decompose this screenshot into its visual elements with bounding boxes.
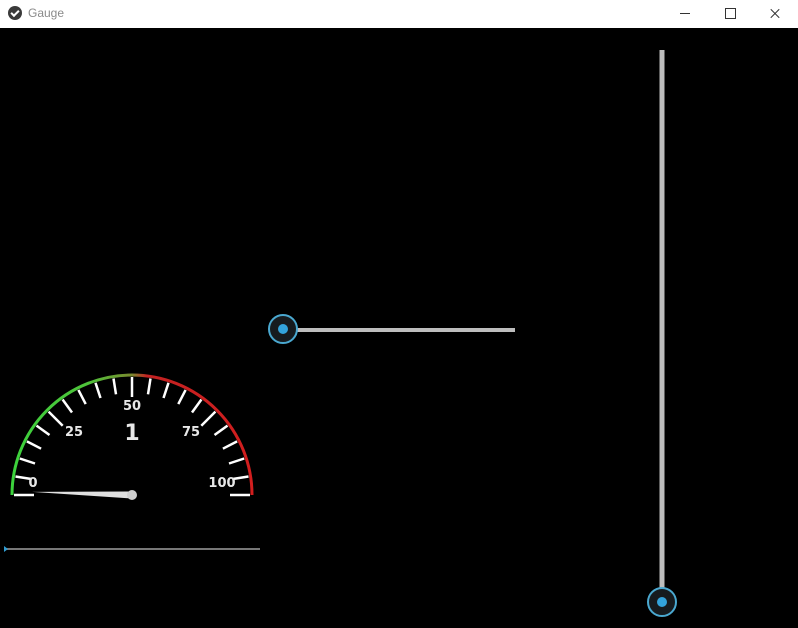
vertical-slider[interactable]: [647, 50, 677, 617]
gauge-tick: [162, 382, 170, 399]
app-canvas: 0 25 50 75 100 1: [0, 28, 798, 628]
gauge-value: 1: [124, 421, 139, 446]
gauge-tick: [177, 389, 187, 405]
gauge-tick: [35, 424, 51, 437]
maximize-button[interactable]: [707, 0, 753, 28]
gauge-tick: [47, 410, 64, 427]
gauge-tick: [213, 424, 229, 437]
gauge-label-100: 100: [208, 476, 235, 491]
gauge-label-0: 0: [28, 476, 37, 491]
gauge-tick: [112, 378, 118, 395]
gauge-label-25: 25: [65, 425, 83, 440]
gauge-tick: [222, 440, 238, 450]
gauge-tick: [146, 378, 152, 395]
gauge-tick: [190, 398, 203, 414]
kivy-icon: [8, 6, 22, 20]
title-bar: Gauge: [0, 0, 798, 28]
gauge-tick: [26, 440, 42, 450]
gauge-tick: [61, 398, 74, 414]
gauge-label-75: 75: [182, 425, 200, 440]
gauge-slider[interactable]: [4, 546, 260, 552]
gauge-needle: [32, 491, 133, 499]
window-title: Gauge: [28, 6, 65, 20]
gauge-tick: [77, 389, 87, 405]
horizontal-slider[interactable]: [268, 314, 515, 344]
gauge-needle-hub: [127, 490, 137, 500]
widgets-svg: 0 25 50 75 100 1: [4, 50, 677, 617]
close-button[interactable]: [752, 0, 798, 28]
gauge: 0 25 50 75 100 1: [10, 373, 254, 500]
horizontal-slider-handle[interactable]: [268, 314, 298, 344]
vertical-slider-handle[interactable]: [647, 587, 677, 617]
gauge-slider-handle[interactable]: [4, 546, 8, 552]
gauge-tick: [19, 457, 36, 465]
gauge-tick: [94, 382, 102, 399]
gauge-tick: [200, 410, 217, 427]
gauge-label-50: 50: [123, 399, 141, 414]
gauge-tick: [228, 457, 245, 465]
minimize-button[interactable]: [662, 0, 708, 28]
